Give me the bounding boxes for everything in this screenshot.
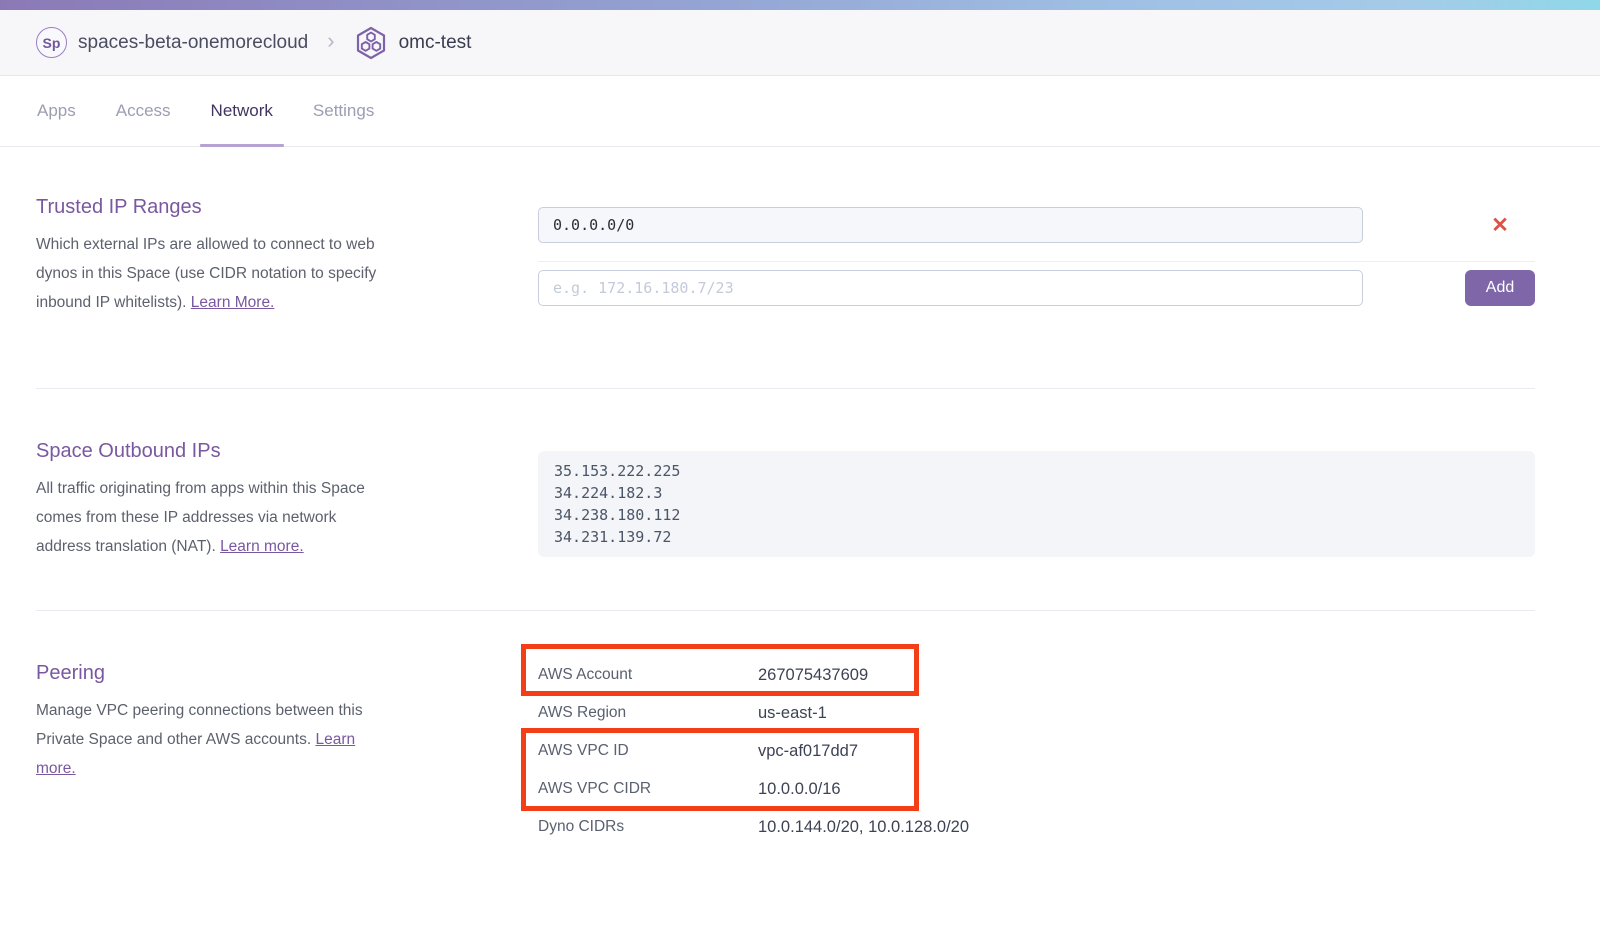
top-gradient-bar: [0, 0, 1600, 10]
delete-ip-button[interactable]: ✕: [1465, 215, 1535, 236]
trusted-ip-title: Trusted IP Ranges: [36, 196, 388, 219]
breadcrumb: Sp spaces-beta-onemorecloud › omc-test: [0, 10, 1600, 76]
peering-label: AWS Region: [538, 704, 758, 722]
tab-apps[interactable]: Apps: [37, 76, 76, 146]
peering-label: Dyno CIDRs: [538, 818, 758, 836]
outbound-ip: 34.238.180.112: [554, 504, 1519, 526]
peering-description: Manage VPC peering connections between t…: [36, 696, 388, 783]
tab-settings[interactable]: Settings: [313, 76, 374, 146]
breadcrumb-space-name[interactable]: spaces-beta-onemorecloud: [78, 32, 308, 54]
peering-title: Peering: [36, 662, 388, 685]
trusted-ip-section: Trusted IP Ranges Which external IPs are…: [36, 147, 1535, 388]
outbound-ips-title: Space Outbound IPs: [36, 440, 388, 463]
peering-label: AWS Account: [538, 666, 758, 684]
breadcrumb-app-name[interactable]: omc-test: [399, 32, 472, 54]
outbound-ip: 34.231.139.72: [554, 526, 1519, 548]
tab-network[interactable]: Network: [211, 76, 273, 146]
peering-value: vpc-af017dd7: [758, 742, 858, 761]
peering-row-aws-vpc-id: AWS VPC ID vpc-af017dd7: [538, 732, 1535, 770]
peering-description-text: Manage VPC peering connections between t…: [36, 702, 363, 748]
peering-row-aws-account: AWS Account 267075437609: [538, 656, 1535, 694]
peering-label: AWS VPC CIDR: [538, 780, 758, 798]
outbound-ips-description-text: All traffic originating from apps within…: [36, 480, 365, 555]
outbound-ips-section: Space Outbound IPs All traffic originati…: [36, 388, 1535, 610]
trusted-ip-description: Which external IPs are allowed to connec…: [36, 230, 388, 317]
chevron-right-icon: ›: [327, 30, 334, 55]
add-ip-button[interactable]: Add: [1465, 270, 1535, 306]
ip-row-divider: [538, 261, 1535, 262]
tab-bar: Apps Access Network Settings: [0, 76, 1600, 147]
peering-row-aws-vpc-cidr: AWS VPC CIDR 10.0.0.0/16: [538, 770, 1535, 808]
outbound-ips-description: All traffic originating from apps within…: [36, 474, 388, 561]
trusted-ip-existing-input[interactable]: [538, 207, 1363, 243]
peering-value: 267075437609: [758, 666, 868, 685]
peering-row-dyno-cidrs: Dyno CIDRs 10.0.144.0/20, 10.0.128.0/20: [538, 808, 1535, 846]
peering-value: 10.0.0.0/16: [758, 780, 841, 799]
peering-value: us-east-1: [758, 704, 827, 723]
space-badge[interactable]: Sp: [36, 27, 67, 58]
trusted-ip-new-input[interactable]: [538, 270, 1363, 306]
peering-value: 10.0.144.0/20, 10.0.128.0/20: [758, 818, 969, 837]
trusted-ip-learn-more-link[interactable]: Learn More.: [191, 294, 275, 311]
outbound-ip-list: 35.153.222.225 34.224.182.3 34.238.180.1…: [538, 451, 1535, 557]
peering-row-aws-region: AWS Region us-east-1: [538, 694, 1535, 732]
trusted-ip-existing-row: ✕: [538, 207, 1535, 243]
outbound-ip: 34.224.182.3: [554, 482, 1519, 504]
tab-access[interactable]: Access: [116, 76, 171, 146]
outbound-ip: 35.153.222.225: [554, 460, 1519, 482]
outbound-ips-learn-more-link[interactable]: Learn more.: [220, 538, 304, 555]
peering-label: AWS VPC ID: [538, 742, 758, 760]
peering-section: Peering Manage VPC peering connections b…: [36, 610, 1535, 846]
trusted-ip-new-row: Add: [538, 270, 1535, 306]
app-hexagon-icon: [354, 26, 388, 60]
